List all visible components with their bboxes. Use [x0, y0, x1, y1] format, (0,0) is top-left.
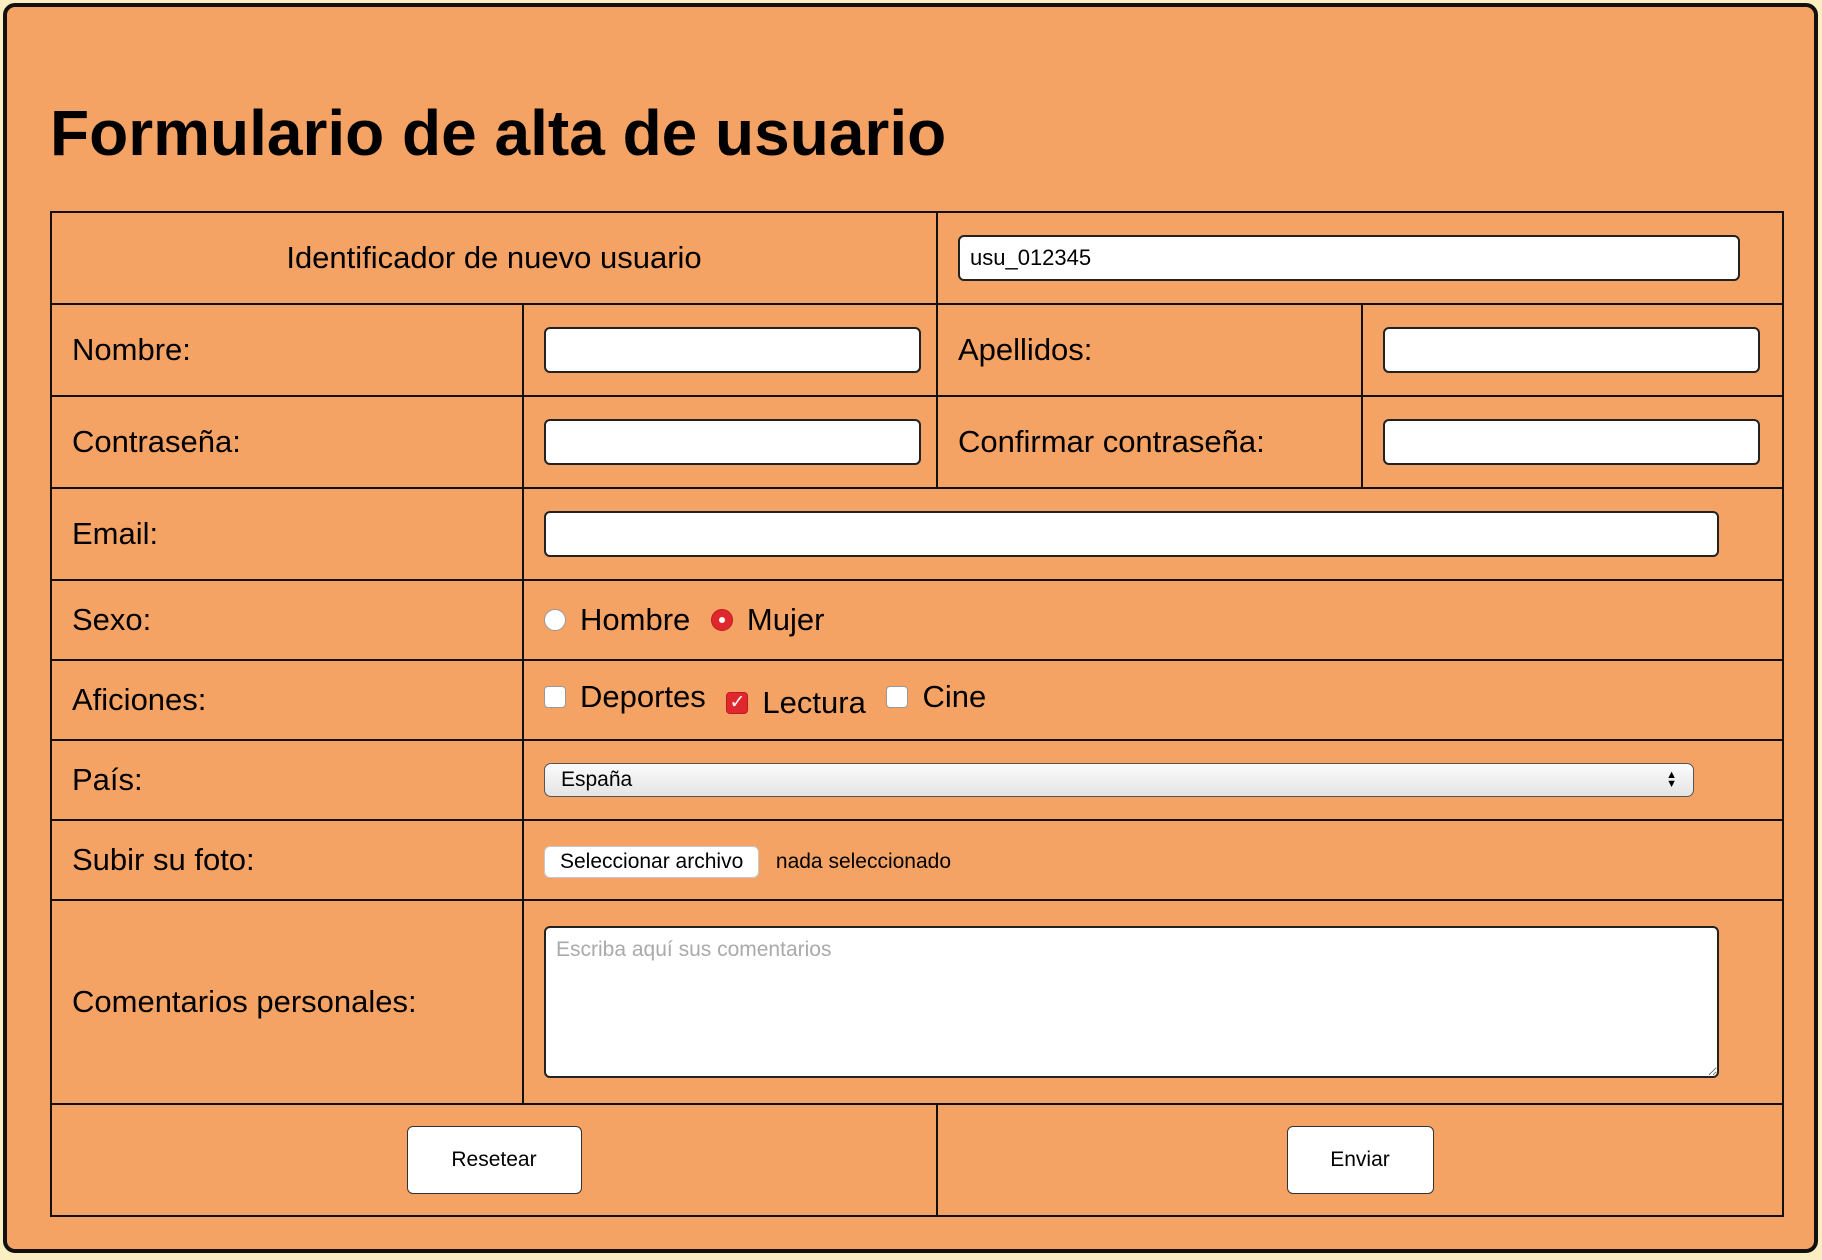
comentarios-textarea[interactable]	[544, 926, 1719, 1078]
checkbox-option-cine[interactable]: Cine	[886, 679, 986, 715]
radio-option-mujer[interactable]: Mujer	[710, 601, 825, 638]
email-input[interactable]	[544, 511, 1719, 557]
foto-label: Subir su foto:	[50, 819, 524, 901]
registration-form-table: Identificador de nuevo usuario Nombre: A…	[50, 211, 1784, 1217]
checkbox-deportes-label: Deportes	[580, 679, 706, 714]
checkbox-lectura[interactable]: ✓	[726, 692, 749, 714]
pais-label: País:	[50, 739, 524, 821]
user-id-input[interactable]	[958, 235, 1740, 281]
sexo-label: Sexo:	[50, 579, 524, 661]
row-pais: País: España ▲ ▼	[50, 739, 1784, 821]
pais-select[interactable]: España ▲ ▼	[544, 763, 1694, 797]
submit-cell: Enviar	[936, 1103, 1784, 1217]
pais-cell: España ▲ ▼	[522, 739, 1784, 821]
radio-mujer[interactable]	[710, 608, 733, 631]
comentarios-cell	[522, 899, 1784, 1105]
user-id-cell	[936, 211, 1784, 305]
email-cell	[522, 487, 1784, 581]
form-page: Formulario de alta de usuario Identifica…	[3, 3, 1818, 1253]
row-email: Email:	[50, 487, 1784, 581]
radio-mujer-label: Mujer	[746, 601, 825, 637]
nombre-input[interactable]	[544, 327, 921, 373]
apellidos-label: Apellidos:	[936, 303, 1363, 397]
file-status: nada seleccionado	[775, 849, 952, 873]
select-file-button[interactable]: Seleccionar archivo	[544, 845, 760, 878]
row-nombre-apellidos: Nombre: Apellidos:	[50, 303, 1784, 397]
contrasena-input[interactable]	[544, 419, 921, 465]
row-aficiones: Aficiones: Deportes ✓ Lectura Cine	[50, 659, 1784, 741]
comentarios-label: Comentarios personales:	[50, 899, 524, 1105]
radio-hombre[interactable]	[544, 608, 566, 631]
row-sexo: Sexo: Hombre Mujer	[50, 579, 1784, 661]
row-contrasena: Contraseña: Confirmar contraseña:	[50, 395, 1784, 489]
reset-button[interactable]: Resetear	[406, 1126, 582, 1194]
sexo-cell: Hombre Mujer	[522, 579, 1784, 661]
confirmar-cell	[1361, 395, 1784, 489]
user-id-label: Identificador de nuevo usuario	[50, 211, 938, 305]
foto-cell: Seleccionar archivo nada seleccionado	[522, 819, 1784, 901]
radio-hombre-label: Hombre	[580, 601, 691, 637]
submit-button[interactable]: Enviar	[1286, 1126, 1434, 1194]
nombre-label: Nombre:	[50, 303, 524, 397]
confirmar-contrasena-input[interactable]	[1383, 419, 1760, 465]
checkbox-option-lectura[interactable]: ✓ Lectura	[726, 685, 866, 721]
radio-option-hombre[interactable]: Hombre	[544, 602, 690, 638]
contrasena-label: Contraseña:	[50, 395, 524, 489]
apellidos-input[interactable]	[1383, 327, 1760, 373]
aficiones-cell: Deportes ✓ Lectura Cine	[522, 659, 1784, 741]
checkbox-deportes[interactable]	[544, 686, 566, 708]
apellidos-cell	[1361, 303, 1784, 397]
nombre-cell	[522, 303, 938, 397]
row-buttons: Resetear Enviar	[50, 1103, 1784, 1217]
row-comentarios: Comentarios personales:	[50, 899, 1784, 1105]
confirmar-label: Confirmar contraseña:	[936, 395, 1363, 489]
contrasena-cell	[522, 395, 938, 489]
page-title: Formulario de alta de usuario	[50, 97, 947, 169]
checkmark-icon: ✓	[729, 692, 746, 713]
pais-selected-value: España	[561, 768, 633, 791]
row-foto: Subir su foto: Seleccionar archivo nada …	[50, 819, 1784, 901]
checkbox-option-deportes[interactable]: Deportes	[544, 679, 706, 715]
up-down-arrows-icon: ▲ ▼	[1666, 769, 1677, 790]
row-user-id: Identificador de nuevo usuario	[50, 211, 1784, 305]
reset-cell: Resetear	[50, 1103, 938, 1217]
checkbox-lectura-label: Lectura	[762, 685, 866, 720]
checkbox-cine-label: Cine	[922, 679, 987, 714]
aficiones-label: Aficiones:	[50, 659, 524, 741]
email-label: Email:	[50, 487, 524, 581]
checkbox-cine[interactable]	[886, 686, 909, 708]
